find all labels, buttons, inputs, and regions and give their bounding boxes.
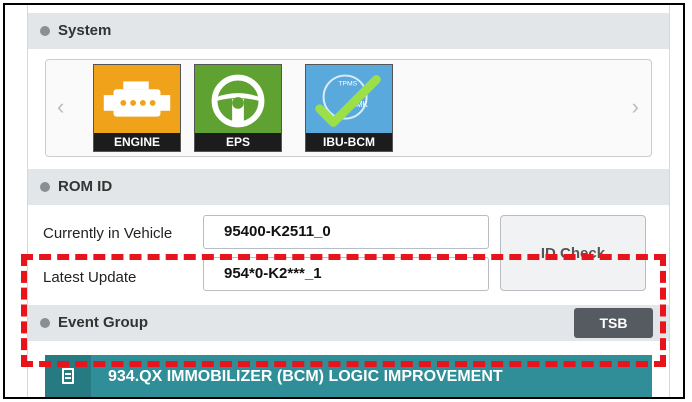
system-tile-engine[interactable]: ENGINE	[93, 64, 181, 152]
current-rom-id-field: 95400-K2511_0	[203, 215, 489, 249]
system-carousel: ‹ ENGINE EPS TPMS SMK IBU-BCM ›	[45, 59, 652, 157]
event-item-title: 934.QX IMMOBILIZER (BCM) LOGIC IMPROVEME…	[108, 368, 503, 385]
rom-id-section-header: ROM ID	[28, 169, 669, 205]
ibu-tpms-text: TPMS	[338, 80, 357, 87]
steering-wheel-icon	[211, 74, 265, 128]
rom-id-section-title: ROM ID	[58, 178, 113, 195]
chevron-left-icon[interactable]: ‹	[57, 94, 64, 120]
currently-in-vehicle-label: Currently in Vehicle	[43, 225, 173, 242]
checkmark-icon: TPMS SMK	[315, 74, 381, 127]
document-icon	[45, 355, 91, 397]
system-tile-ibu-bcm-label: IBU-BCM	[306, 133, 392, 151]
system-section-header: System	[28, 13, 669, 49]
event-group-section-header: Event Group	[28, 305, 669, 341]
section-bullet-icon	[40, 318, 50, 328]
section-bullet-icon	[40, 182, 50, 192]
latest-update-label: Latest Update	[43, 269, 137, 286]
section-bullet-icon	[40, 26, 50, 36]
system-tile-engine-label: ENGINE	[94, 133, 180, 151]
app-frame: System ‹ ENGINE EPS TPMS SMK IBU-BCM › R…	[3, 3, 685, 399]
id-check-button[interactable]: ID Check	[500, 215, 646, 291]
system-tile-ibu-bcm[interactable]: TPMS SMK IBU-BCM	[305, 64, 393, 152]
tsb-button[interactable]: TSB	[574, 308, 653, 338]
event-group-section-title: Event Group	[58, 314, 149, 331]
chevron-right-icon[interactable]: ›	[632, 94, 639, 120]
content-panel: System ‹ ENGINE EPS TPMS SMK IBU-BCM › R…	[27, 5, 670, 397]
event-list-item[interactable]: 934.QX IMMOBILIZER (BCM) LOGIC IMPROVEME…	[45, 355, 652, 397]
system-section-title: System	[58, 22, 112, 39]
engine-icon	[103, 81, 171, 117]
system-tile-eps[interactable]: EPS	[194, 64, 282, 152]
latest-rom-id-field: 954*0-K2***_1	[203, 257, 489, 291]
system-tile-eps-label: EPS	[195, 133, 281, 151]
